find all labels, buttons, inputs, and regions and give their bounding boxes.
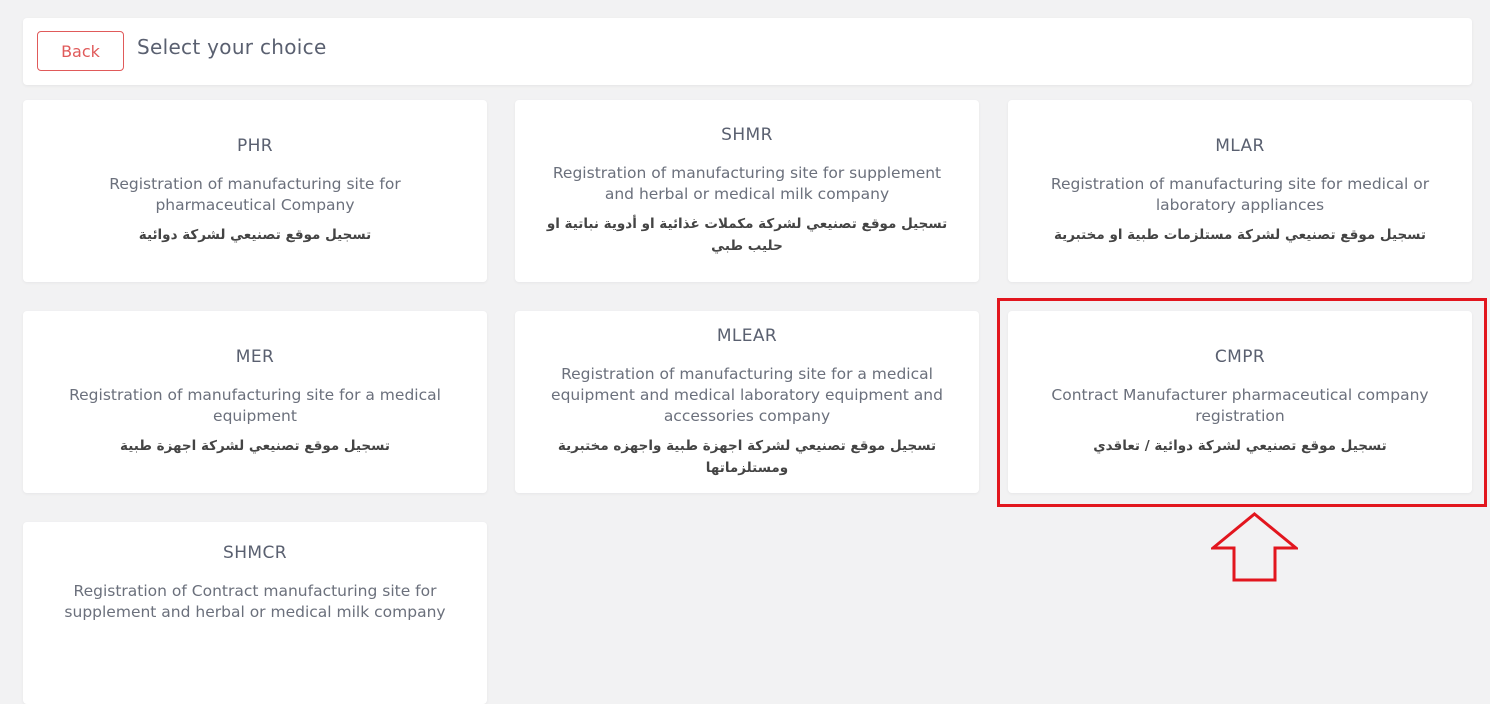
card-cmpr[interactable]: CMPR Contract Manufacturer pharmaceutica…	[1008, 311, 1472, 493]
card-description: Registration of manufacturing site for a…	[69, 386, 441, 425]
card-description: Registration of manufacturing site for p…	[109, 175, 401, 214]
card-code: MLAR	[1215, 136, 1265, 156]
card-mlar[interactable]: MLAR Registration of manufacturing site …	[1008, 100, 1472, 282]
card-code: MER	[235, 347, 275, 367]
card-shmr[interactable]: SHMR Registration of manufacturing site …	[515, 100, 979, 282]
card-arabic-label: تسجيل موقع تصنيعي لشركة مستلزمات طبية او…	[1053, 227, 1426, 243]
card-description: Registration of manufacturing site for a…	[551, 364, 943, 425]
card-code: CMPR	[1214, 347, 1266, 367]
card-description: Registration of manufacturing site for m…	[1050, 175, 1430, 214]
card-code: MLEAR	[716, 325, 778, 346]
card-description: Registration of Contract manufacturing s…	[64, 582, 446, 621]
card-arabic-label: تسجيل موقع تصنيعي لشركة مكملات غذائية او…	[546, 216, 948, 254]
card-arabic-label: تسجيل موقع تصنيعي لشركة اجهزة طبية واجهز…	[557, 437, 937, 476]
card-description: Registration of manufacturing site for s…	[552, 164, 942, 203]
card-description: Contract Manufacturer pharmaceutical com…	[1051, 386, 1429, 425]
page-title: Select your choice	[137, 35, 327, 59]
card-shmcr[interactable]: SHMCR Registration of Contract manufactu…	[23, 522, 487, 704]
card-arabic-label: تسجيل موقع تصنيعي لشركة اجهزة طبية	[120, 438, 390, 454]
card-mlear[interactable]: MLEAR Registration of manufacturing site…	[515, 311, 979, 493]
page-header: Back Select your choice	[23, 18, 1472, 85]
card-arabic-label: تسجيل موقع تصنيعي لشركة دوائية	[138, 227, 372, 243]
card-code: SHMCR	[223, 543, 287, 563]
card-arabic-label: تسجيل موقع تصنيعي لشركة دوائية / تعاقدي	[1093, 438, 1387, 454]
card-mer[interactable]: MER Registration of manufacturing site f…	[23, 311, 487, 493]
card-code: SHMR	[721, 125, 773, 145]
up-arrow-icon	[1211, 512, 1298, 582]
card-code: PHR	[236, 136, 274, 156]
back-button[interactable]: Back	[37, 31, 124, 71]
card-phr[interactable]: PHR Registration of manufacturing site f…	[23, 100, 487, 282]
